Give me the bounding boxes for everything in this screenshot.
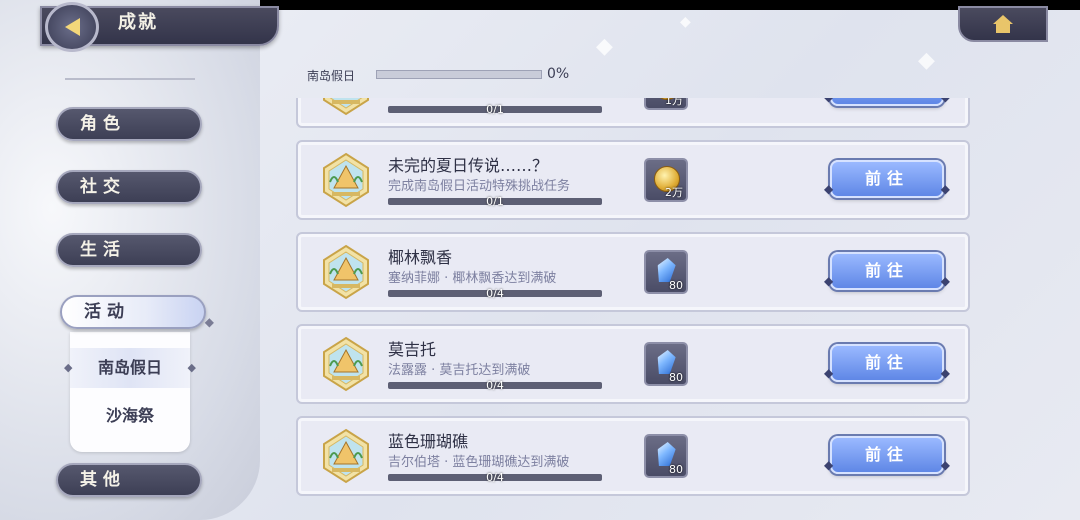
go-button[interactable]: ◆ 前往 ◆ [824, 436, 950, 474]
sparkle-icon: ◆ [596, 34, 613, 59]
sidebar-item-social[interactable]: 社交 [56, 170, 202, 204]
diamond-icon: ◆ [824, 98, 833, 114]
reward-item[interactable]: 80 [644, 250, 688, 294]
sidebar-item-event[interactable]: 活动 ◆ [60, 295, 214, 329]
diamond-icon: ◆ [824, 182, 834, 196]
achievement-description: 法露露 · 莫吉托达到满破 [388, 363, 531, 378]
sub-item-south-island-holiday[interactable]: ◆ 南岛假日 ◆ [64, 348, 196, 388]
sidebar-item-label: 角色 [80, 114, 126, 134]
achievement-title: 椰林飘香 [388, 248, 453, 267]
diamond-icon: ◆ [940, 458, 950, 472]
go-button[interactable]: ◆ 前往 ◆ [824, 98, 950, 106]
achievement-title: 蓝色珊瑚礁 [388, 432, 469, 451]
achievement-list[interactable]: 0/1 1万 ◆ 前往 ◆ 未完的夏日传说……？ 完成南岛假日活动特殊挑战任务 … [296, 98, 972, 508]
go-button-label: 前往 [864, 169, 909, 188]
reward-item[interactable]: 2万 [644, 158, 688, 202]
back-arrow-icon [64, 18, 80, 36]
diamond-icon: ◆ [64, 361, 73, 374]
sidebar-item-label: 其他 [80, 470, 126, 490]
category-progress-label: 南岛假日 [307, 69, 356, 83]
diamond-icon: ◆ [204, 315, 214, 329]
sparkle-icon: ◆ [680, 14, 691, 30]
go-button-label: 前往 [864, 261, 909, 280]
achievement-card: 0/1 1万 ◆ 前往 ◆ [296, 98, 970, 128]
reward-quantity: 1万 [665, 98, 683, 107]
achievement-card: 蓝色珊瑚礁 吉尔伯塔 · 蓝色珊瑚礁达到满破 0/4 80 ◆ 前往 ◆ [296, 416, 970, 496]
diamond-icon: ◆ [824, 458, 834, 472]
sub-item-label: 南岛假日 [97, 358, 162, 377]
sidebar-item-other[interactable]: 其他 [56, 463, 202, 497]
diamond-icon: ◆ [187, 361, 196, 374]
diamond-icon: ◆ [940, 366, 950, 380]
diamond-icon: ◆ [941, 98, 950, 114]
divider [65, 78, 195, 80]
back-button[interactable] [45, 2, 99, 52]
achievement-description: 吉尔伯塔 · 蓝色珊瑚礁达到满破 [388, 455, 570, 470]
reward-item[interactable]: 80 [644, 434, 688, 478]
achievement-card: 莫吉托 法露露 · 莫吉托达到满破 0/4 80 ◆ 前往 ◆ [296, 324, 970, 404]
home-icon [992, 15, 1014, 33]
go-button-label: 前往 [864, 353, 909, 372]
achievement-title: 未完的夏日传说……？ [388, 156, 549, 175]
sidebar-item-label: 生活 [80, 240, 126, 260]
reward-item[interactable]: 80 [644, 342, 688, 386]
sidebar-item-character[interactable]: 角色 [56, 107, 202, 141]
achievement-badge-icon [323, 428, 369, 484]
reward-quantity: 80 [669, 371, 683, 384]
go-button[interactable]: ◆ 前往 ◆ [824, 252, 950, 290]
reward-quantity: 80 [669, 463, 683, 476]
go-button[interactable]: ◆ 前往 ◆ [824, 344, 950, 382]
diamond-icon: ◆ [940, 182, 950, 196]
achievement-progress-text: 0/4 [486, 379, 504, 392]
go-button[interactable]: ◆ 前往 ◆ [824, 160, 950, 198]
page-title: 成就 [118, 12, 158, 33]
diamond-icon: ◆ [824, 366, 834, 380]
achievement-progress-text: 0/4 [486, 287, 504, 300]
diamond-icon: ◆ [940, 274, 950, 288]
sidebar-item-label: 社交 [80, 177, 126, 197]
sub-item-label: 沙海祭 [105, 406, 154, 425]
reward-quantity: 2万 [665, 186, 683, 199]
achievement-card: 未完的夏日传说……？ 完成南岛假日活动特殊挑战任务 0/1 2万 ◆ 前往 ◆ [296, 140, 970, 220]
achievement-description: 完成南岛假日活动特殊挑战任务 [388, 179, 571, 194]
achievement-badge-icon [323, 244, 369, 300]
reward-item[interactable]: 1万 [644, 98, 688, 110]
achievement-progress-text: 0/4 [486, 471, 504, 484]
diamond-icon: ◆ [824, 274, 834, 288]
achievement-description: 塞纳菲娜 · 椰林飘香达到满破 [388, 271, 557, 286]
go-button-label: 前往 [864, 445, 909, 464]
sparkle-icon: ◆ [918, 48, 935, 73]
achievement-card: 椰林飘香 塞纳菲娜 · 椰林飘香达到满破 0/4 80 ◆ 前往 ◆ [296, 232, 970, 312]
achievement-badge-icon [323, 152, 369, 208]
achievement-progress-text: 0/1 [486, 103, 504, 116]
reward-quantity: 80 [669, 279, 683, 292]
achievement-badge-icon [323, 336, 369, 392]
sub-item-sand-sea-festival[interactable]: 沙海祭 [70, 396, 190, 436]
sidebar-item-label: 活动 [84, 302, 130, 322]
achievement-progress-text: 0/1 [486, 195, 504, 208]
home-button[interactable] [958, 6, 1048, 42]
category-progress-percent: 0% [547, 66, 570, 82]
sidebar-item-life[interactable]: 生活 [56, 233, 202, 267]
achievement-title: 莫吉托 [388, 340, 437, 359]
category-progress-bar [376, 70, 542, 79]
achievement-badge-icon [323, 98, 369, 116]
sub-menu-panel: ◆ 南岛假日 ◆ 沙海祭 [64, 332, 196, 452]
